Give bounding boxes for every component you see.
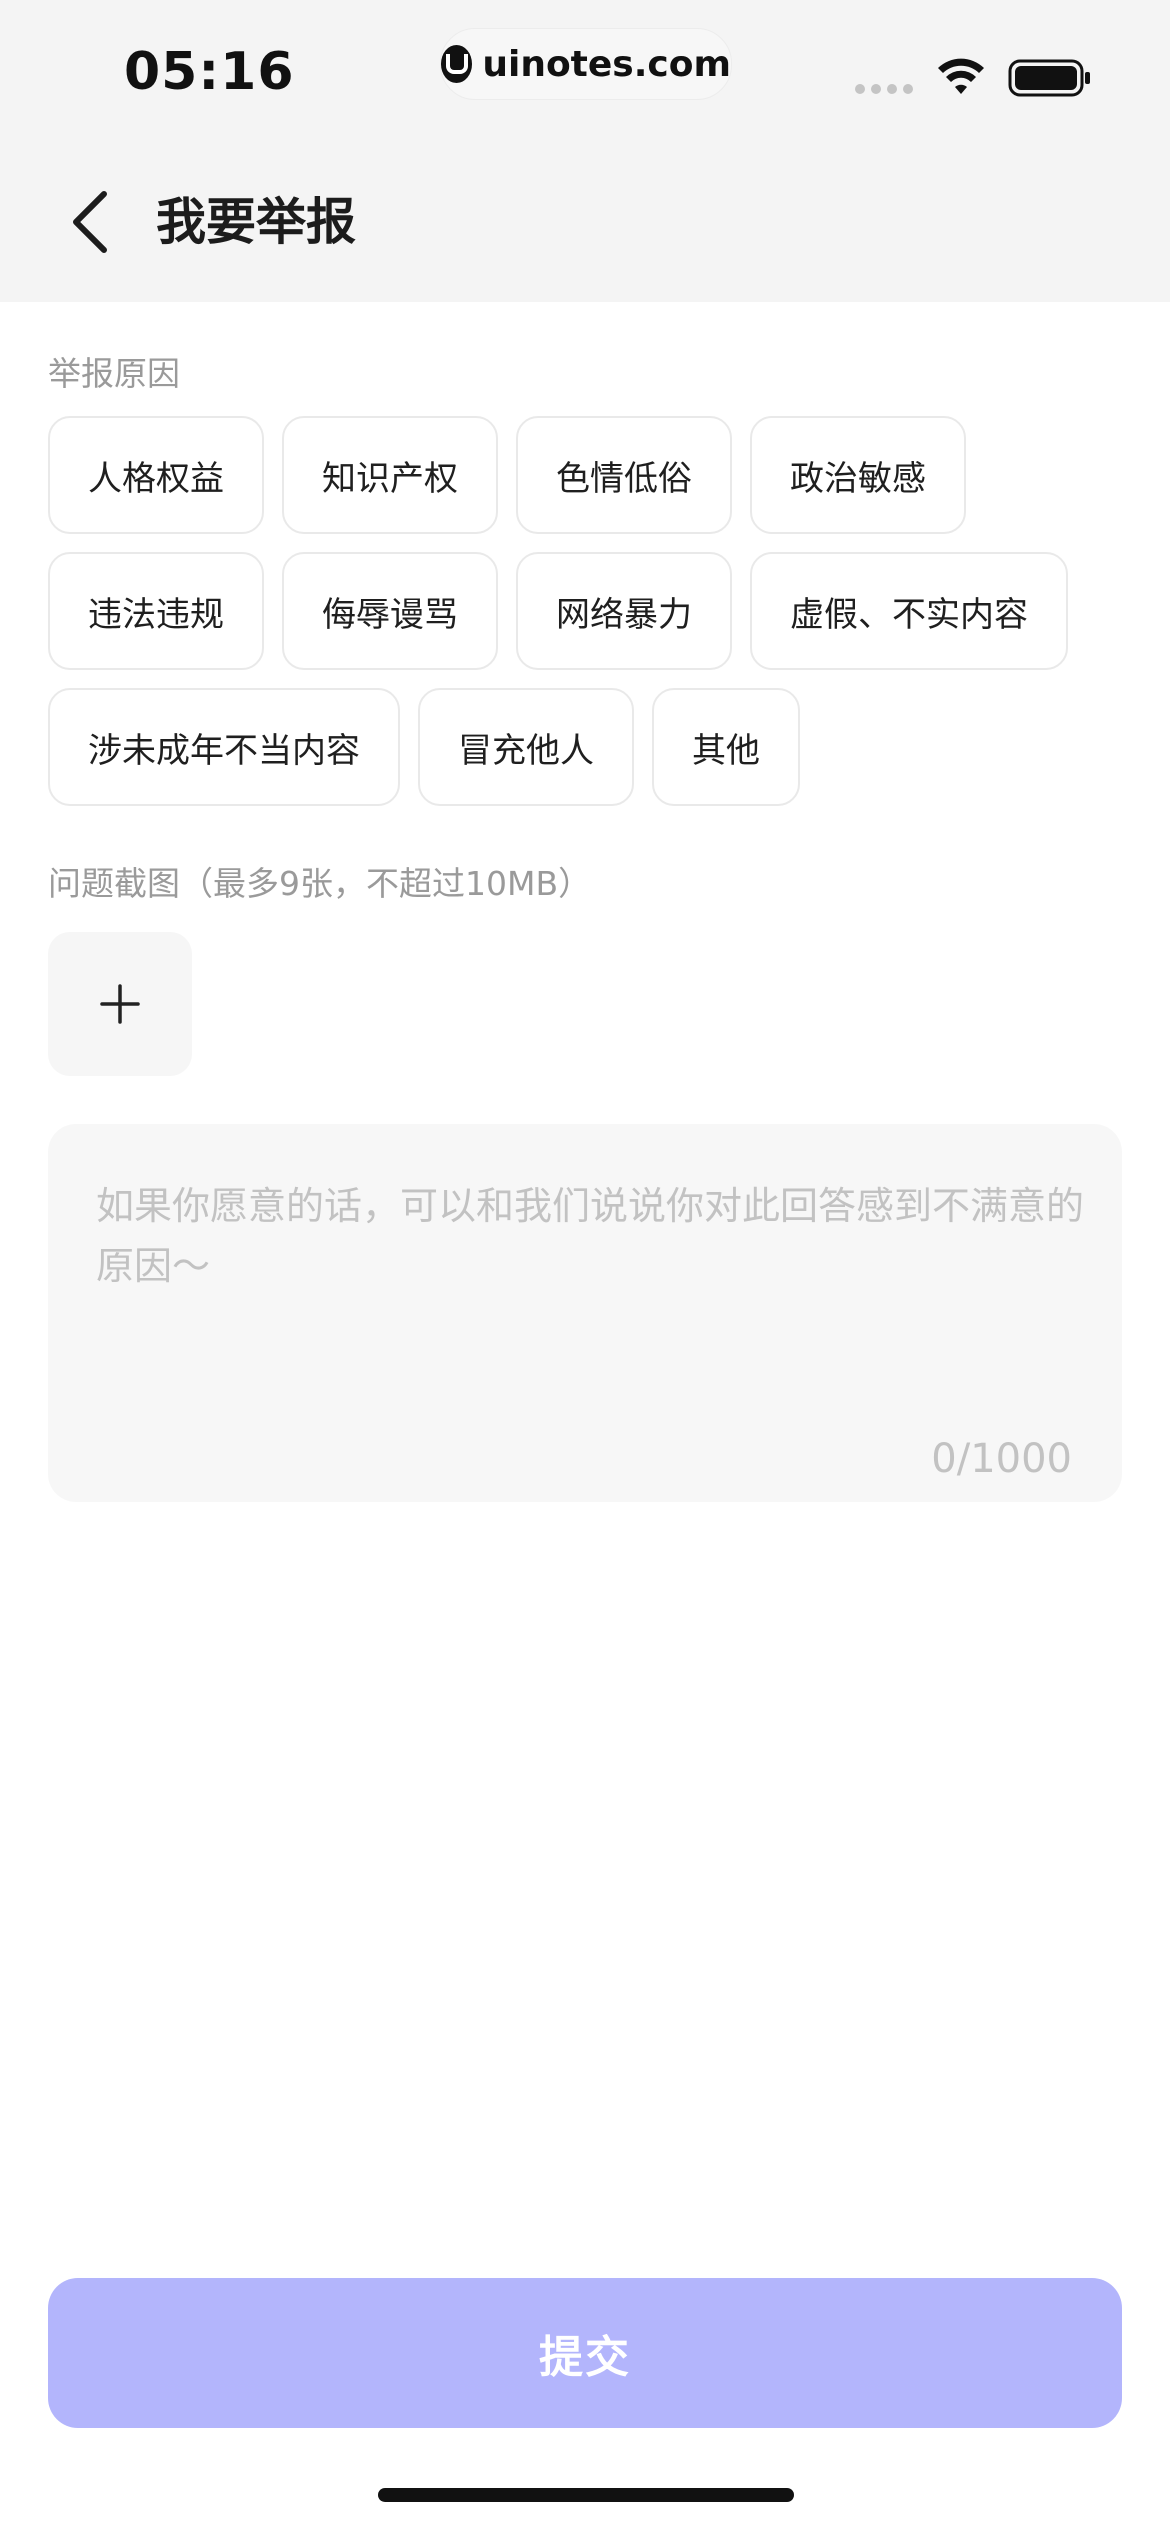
char-counter: 0/1000 — [931, 1436, 1072, 1482]
status-time: 05:16 — [124, 42, 295, 102]
reason-tag-group: 人格权益 知识产权 色情低俗 政治敏感 违法违规 侮辱谩骂 网络暴力 虚假、不实… — [48, 416, 1128, 824]
url-text: uinotes.com — [482, 43, 731, 85]
reason-tag[interactable]: 网络暴力 — [516, 552, 732, 670]
uinotes-logo-icon — [441, 45, 473, 83]
tag-row: 涉未成年不当内容 冒充他人 其他 — [48, 688, 1128, 806]
reason-tag[interactable]: 政治敏感 — [750, 416, 966, 534]
reason-tag[interactable]: 人格权益 — [48, 416, 264, 534]
submit-button[interactable]: 提交 — [48, 2278, 1122, 2428]
screenshot-section-label: 问题截图（最多9张，不超过10MB） — [48, 864, 592, 903]
plus-icon — [100, 984, 140, 1024]
reason-tag[interactable]: 知识产权 — [282, 416, 498, 534]
header-area: 05:16 uinotes.com 我要举报 — [0, 0, 1170, 302]
reason-tag[interactable]: 虚假、不实内容 — [750, 552, 1068, 670]
tag-row: 违法违规 侮辱谩骂 网络暴力 虚假、不实内容 — [48, 552, 1128, 670]
url-pill[interactable]: uinotes.com — [440, 28, 732, 100]
home-indicator — [378, 2488, 794, 2502]
chevron-left-icon[interactable] — [66, 188, 116, 256]
reason-tag[interactable]: 色情低俗 — [516, 416, 732, 534]
page-title: 我要举报 — [156, 193, 356, 251]
reason-tag[interactable]: 涉未成年不当内容 — [48, 688, 400, 806]
reason-tag[interactable]: 侮辱谩骂 — [282, 552, 498, 670]
signal-icon — [855, 84, 919, 94]
reason-section-label: 举报原因 — [48, 354, 180, 393]
wifi-icon — [938, 58, 984, 94]
feedback-textarea[interactable]: 如果你愿意的话，可以和我们说说你对此回答感到不满意的原因～ 0/1000 — [48, 1124, 1122, 1502]
tag-row: 人格权益 知识产权 色情低俗 政治敏感 — [48, 416, 1128, 534]
reason-tag[interactable]: 违法违规 — [48, 552, 264, 670]
reason-tag[interactable]: 其他 — [652, 688, 800, 806]
reason-tag[interactable]: 冒充他人 — [418, 688, 634, 806]
battery-icon — [1008, 59, 1090, 97]
feedback-placeholder: 如果你愿意的话，可以和我们说说你对此回答感到不满意的原因～ — [96, 1184, 1085, 1288]
add-screenshot-button[interactable] — [48, 932, 192, 1076]
